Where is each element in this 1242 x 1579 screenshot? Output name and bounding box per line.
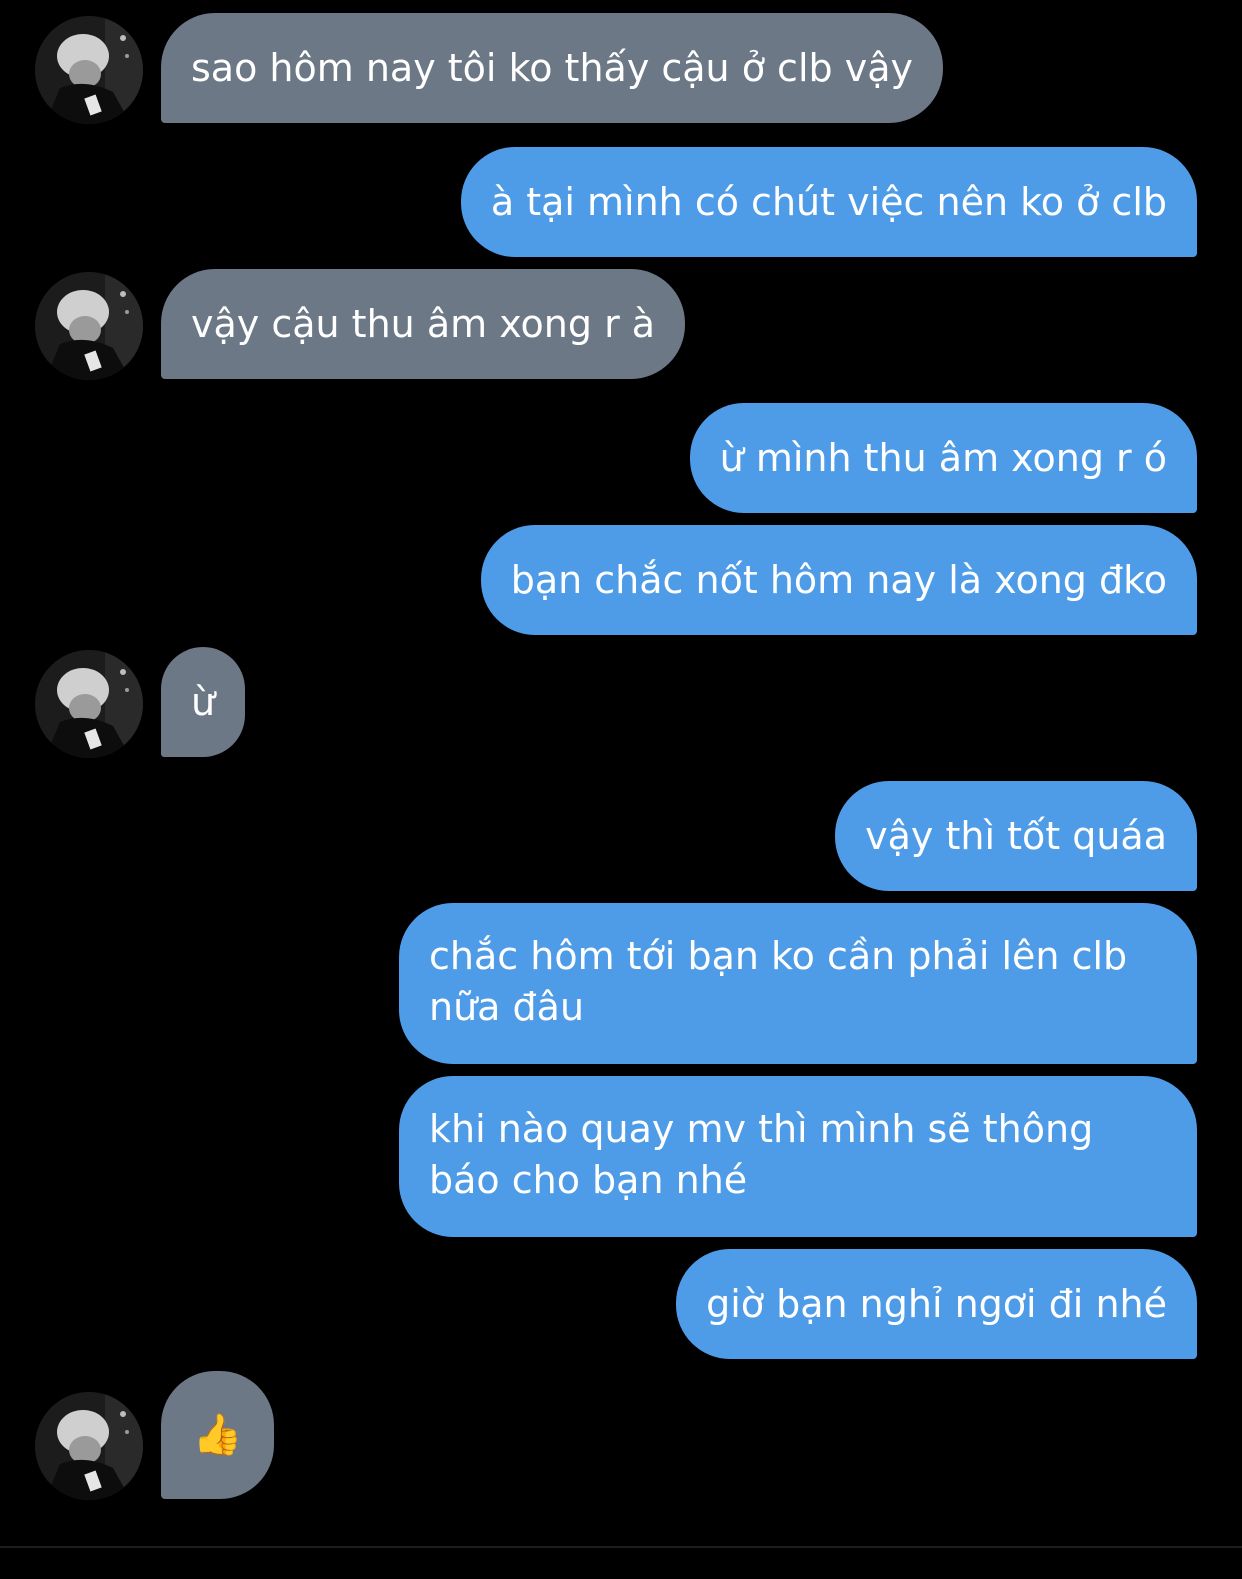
message-bubble-outgoing[interactable]: chắc hôm tới bạn ko cần phải lên clb nữa… (399, 903, 1197, 1064)
message-text: sao hôm nay tôi ko thấy cậu ở clb vậy (191, 45, 913, 90)
message-text: ừ mình thu âm xong r ó (719, 435, 1167, 480)
message-text: ừ (191, 679, 216, 724)
message-bubble-outgoing[interactable]: à tại mình có chút việc nên ko ở clb (460, 147, 1197, 257)
message-bubble-incoming[interactable]: ừ (161, 647, 246, 757)
message-text: bạn chắc nốt hôm nay là xong đko (510, 557, 1167, 602)
contact-avatar[interactable] (35, 272, 143, 380)
message-bubble-incoming[interactable]: 👍 (161, 1371, 274, 1499)
message-text: chắc hôm tới bạn ko cần phải lên clb nữa… (429, 934, 1128, 1029)
message-bubble-outgoing[interactable]: ừ mình thu âm xong r ó (689, 403, 1197, 513)
message-bubble-incoming[interactable]: sao hôm nay tôi ko thấy cậu ở clb vậy (161, 13, 943, 123)
message-text: vậy thì tốt quáa (865, 813, 1167, 858)
message-bubble-outgoing[interactable]: bạn chắc nốt hôm nay là xong đko (480, 525, 1197, 635)
message-text: vậy cậu thu âm xong r à (191, 301, 656, 346)
chat-thread: sao hôm nay tôi ko thấy cậu ở clb vậy à … (0, 0, 1242, 1579)
message-bubble-outgoing[interactable]: giờ bạn nghỉ ngơi đi nhé (676, 1249, 1197, 1359)
contact-avatar[interactable] (35, 650, 143, 758)
message-text: giờ bạn nghỉ ngơi đi nhé (706, 1281, 1167, 1326)
message-bubble-outgoing[interactable]: vậy thì tốt quáa (835, 781, 1197, 891)
contact-avatar[interactable] (35, 16, 143, 124)
message-bubble-outgoing[interactable]: khi nào quay mv thì mình sẽ thông báo ch… (399, 1076, 1197, 1237)
message-text: à tại mình có chút việc nên ko ở clb (490, 179, 1167, 224)
thumbs-up-icon: 👍 (192, 1412, 243, 1458)
message-text: khi nào quay mv thì mình sẽ thông báo ch… (429, 1107, 1094, 1202)
contact-avatar[interactable] (35, 1392, 143, 1500)
message-bubble-incoming[interactable]: vậy cậu thu âm xong r à (161, 269, 686, 379)
divider (0, 1546, 1242, 1548)
